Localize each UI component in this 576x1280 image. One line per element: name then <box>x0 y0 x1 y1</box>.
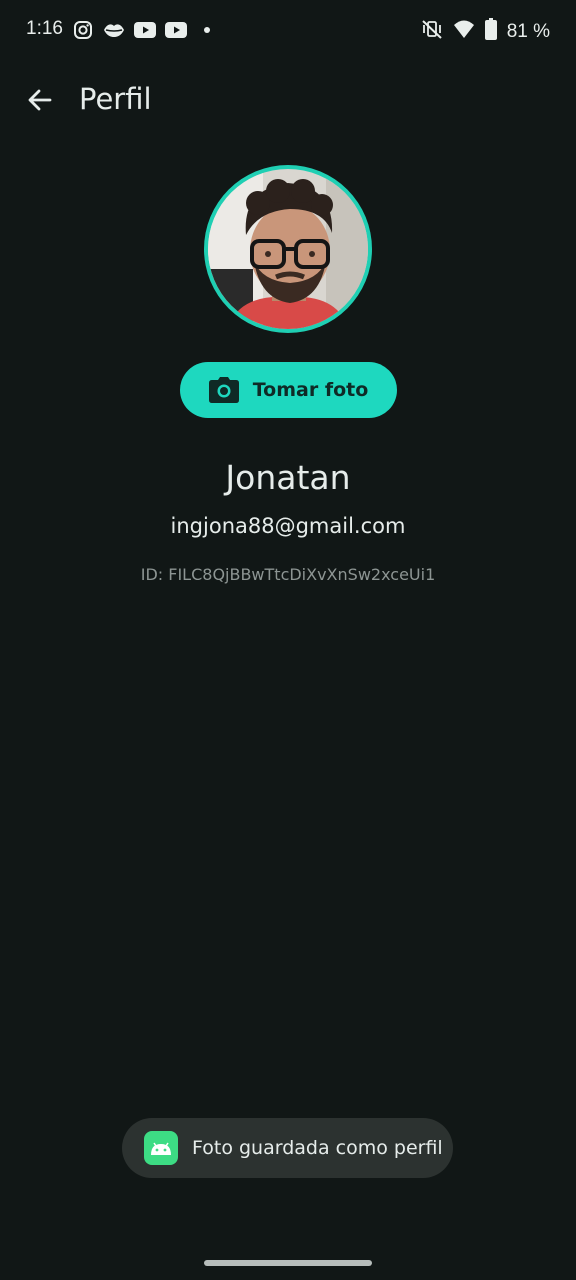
gesture-nav-handle[interactable] <box>204 1260 372 1266</box>
status-time: 1:16 <box>26 18 63 39</box>
avatar <box>208 169 368 329</box>
battery-level: 81 % <box>506 20 550 42</box>
user-id: ID: FILC8QjBBwTtcDiXvXnSw2xceUi1 <box>140 565 436 584</box>
mute-vibrate-icon <box>421 18 443 45</box>
toast: Foto guardada como perfil <box>122 1118 453 1178</box>
android-icon <box>144 1131 178 1165</box>
battery-icon <box>484 18 497 45</box>
page-title: Perfil <box>79 82 152 116</box>
take-photo-button[interactable]: Tomar foto <box>180 362 397 418</box>
user-email: ingjona88@gmail.com <box>170 514 406 538</box>
status-bar: 1:16 81 % <box>0 0 576 62</box>
notification-icons <box>72 20 218 40</box>
youtube-icon <box>134 20 156 40</box>
app-bar: Perfil <box>0 68 576 132</box>
camera-icon <box>208 377 239 403</box>
wifi-icon <box>453 19 475 44</box>
take-photo-label: Tomar foto <box>252 379 369 401</box>
avatar-ring <box>204 165 372 333</box>
dot-icon <box>196 20 218 40</box>
toast-message: Foto guardada como perfil <box>192 1137 443 1159</box>
lips-icon <box>103 20 125 40</box>
arrow-left-icon <box>28 89 52 111</box>
user-name: Jonatan <box>225 458 351 497</box>
back-button[interactable] <box>20 80 60 120</box>
youtube-icon <box>165 20 187 40</box>
system-icons: 81 % <box>421 18 550 45</box>
instagram-icon <box>72 20 94 40</box>
